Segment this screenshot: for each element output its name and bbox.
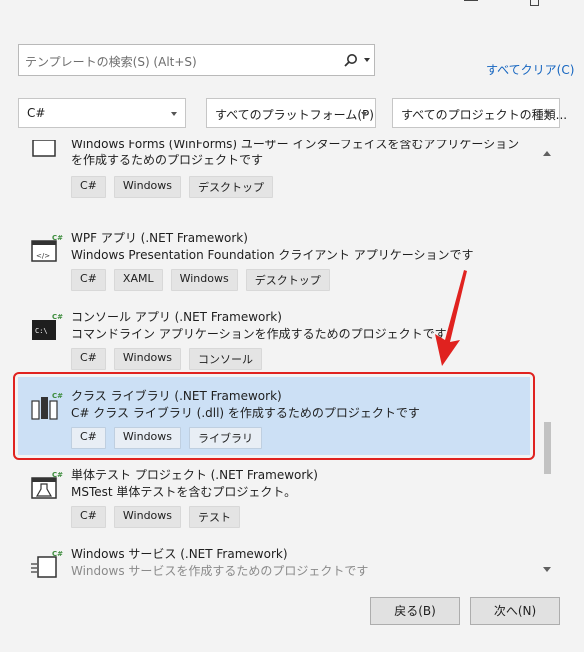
tag: C#: [71, 506, 106, 528]
template-desc: Windows Presentation Foundation クライアント ア…: [71, 248, 474, 262]
template-title: 単体テスト プロジェクト (.NET Framework): [71, 468, 318, 482]
next-button[interactable]: 次へ(N): [470, 597, 560, 625]
svg-text:C#: C#: [52, 471, 63, 479]
template-desc: Windows Forms (WinForms) ユーザー インターフェイスを含…: [71, 140, 520, 167]
tag: デスクトップ: [245, 269, 330, 291]
unit-test-icon: C#: [31, 471, 63, 499]
wpf-app-icon: </> C#: [31, 234, 63, 262]
tag: Windows: [170, 269, 238, 291]
template-tags: C# XAML Windows デスクトップ: [71, 269, 330, 291]
template-item-unit-test[interactable]: C# 単体テスト プロジェクト (.NET Framework) MSTest …: [18, 456, 530, 534]
list-scrollbar[interactable]: [540, 143, 554, 580]
windows-service-icon: C#: [31, 550, 63, 578]
template-title: WPF アプリ (.NET Framework): [71, 231, 248, 245]
winforms-icon: [32, 140, 56, 157]
chevron-down-icon: [545, 112, 551, 116]
tag: C#: [71, 348, 106, 370]
tag: テスト: [189, 506, 241, 528]
svg-text:C#: C#: [52, 550, 63, 558]
tag: コンソール: [189, 348, 263, 370]
svg-text:C:\: C:\: [35, 327, 48, 335]
svg-text:C#: C#: [52, 313, 63, 321]
project-type-filter[interactable]: すべてのプロジェクトの種類...: [392, 98, 567, 128]
chevron-down-icon: [171, 112, 177, 116]
search-dropdown-icon[interactable]: [364, 58, 370, 62]
tag: Windows: [113, 506, 182, 528]
template-item-winforms[interactable]: Windows Forms (WinForms) ユーザー インターフェイスを含…: [18, 140, 530, 204]
project-type-filter-value: すべてのプロジェクトの種類...: [401, 108, 568, 122]
console-app-icon: C:\ C#: [32, 313, 63, 340]
template-desc: MSTest 単体テストを含むプロジェクト。: [71, 485, 297, 499]
tag: C#: [71, 269, 106, 291]
minimize-icon[interactable]: [464, 0, 478, 1]
chevron-down-icon: [361, 112, 367, 116]
clear-all-link[interactable]: すべてクリア(C): [486, 61, 574, 78]
platform-filter-value: すべてのプラットフォーム(P): [215, 108, 374, 122]
scroll-down-icon[interactable]: [543, 567, 551, 572]
maximize-icon[interactable]: [530, 0, 539, 6]
platform-filter[interactable]: すべてのプラットフォーム(P): [206, 98, 376, 128]
search-icon[interactable]: [342, 52, 360, 70]
template-title: コンソール アプリ (.NET Framework): [71, 310, 282, 324]
template-tags: C# Windows デスクトップ: [71, 176, 274, 198]
scroll-thumb[interactable]: [544, 422, 551, 474]
svg-text:C#: C#: [52, 234, 63, 242]
template-desc: Windows サービスを作成するためのプロジェクトです: [71, 564, 369, 578]
tag: Windows: [113, 348, 182, 370]
highlight-annotation: [13, 372, 535, 460]
tag: C#: [71, 176, 106, 198]
scroll-up-icon[interactable]: [543, 151, 551, 156]
template-item-windows-service[interactable]: C# Windows サービス (.NET Framework) Windows…: [18, 535, 530, 580]
template-title: Windows サービス (.NET Framework): [71, 547, 288, 561]
back-button[interactable]: 戻る(B): [370, 597, 460, 625]
search-placeholder: テンプレートの検索(S) (Alt+S): [25, 55, 197, 69]
template-search-input[interactable]: テンプレートの検索(S) (Alt+S): [18, 44, 375, 76]
template-tags: C# Windows テスト: [71, 506, 241, 528]
template-tags: C# Windows コンソール: [71, 348, 263, 370]
tag: デスクトップ: [189, 176, 274, 198]
svg-text:</>: </>: [36, 252, 50, 260]
red-arrow-annotation: [435, 270, 467, 366]
tag: Windows: [113, 176, 182, 198]
language-filter-value: C#: [27, 106, 46, 120]
language-filter[interactable]: C#: [18, 98, 186, 128]
tag: XAML: [113, 269, 163, 291]
